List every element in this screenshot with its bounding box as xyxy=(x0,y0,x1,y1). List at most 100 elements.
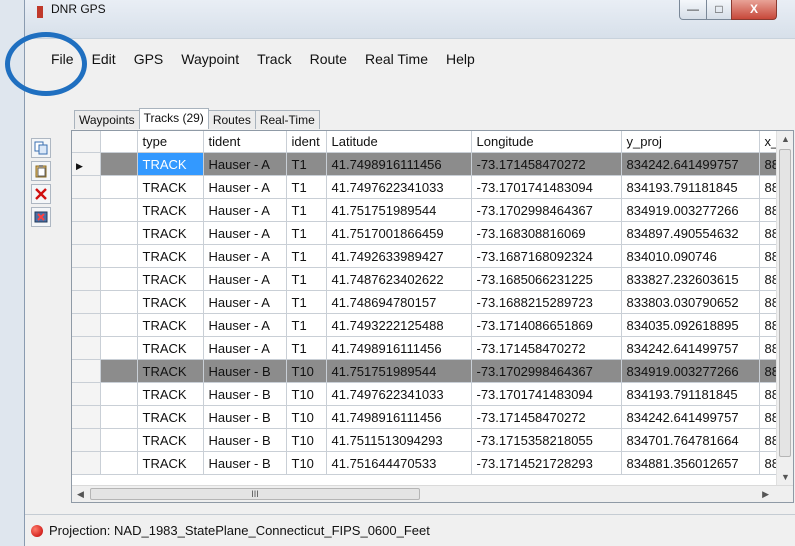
cell-type[interactable]: TRACK xyxy=(137,336,204,360)
cell-latitude[interactable]: 41.7498916111456 xyxy=(326,152,472,176)
menu-edit[interactable]: Edit xyxy=(83,51,125,67)
cell-ident[interactable]: T10 xyxy=(286,405,327,429)
tab-routes[interactable]: Routes xyxy=(207,110,256,129)
vertical-scrollbar[interactable]: ▲ ▼ xyxy=(776,131,793,485)
table-row[interactable]: TRACK Hauser - A T1 41.7497622341033 -73.170… xyxy=(72,175,793,199)
cell-y-proj[interactable]: 834242.641499757 xyxy=(621,336,760,360)
cell-longitude[interactable]: -73.1702998464367 xyxy=(471,359,622,383)
cell-tident[interactable]: Hauser - B xyxy=(203,405,287,429)
vertical-scroll-thumb[interactable] xyxy=(779,149,791,457)
row-header[interactable] xyxy=(72,267,101,291)
cell-tident[interactable]: Hauser - B xyxy=(203,451,287,475)
cell-tident[interactable]: Hauser - B xyxy=(203,359,287,383)
cell-latitude[interactable]: 41.7493222125488 xyxy=(326,313,472,337)
row-header[interactable] xyxy=(72,336,101,360)
cell-latitude[interactable]: 41.7497622341033 xyxy=(326,175,472,199)
cell-longitude[interactable]: -73.1702998464367 xyxy=(471,198,622,222)
cell-ident[interactable]: T1 xyxy=(286,221,327,245)
maximize-button[interactable]: □ xyxy=(706,0,732,20)
horizontal-scrollbar[interactable]: ◀ III ▶ xyxy=(72,485,793,502)
cell-ident[interactable]: T10 xyxy=(286,359,327,383)
cell-y-proj[interactable]: 833827.232603615 xyxy=(621,267,760,291)
column-header-ident[interactable]: ident xyxy=(286,131,327,153)
table-row[interactable]: TRACK Hauser - A T1 41.751751989544 -73.1702… xyxy=(72,198,793,222)
cell-y-proj[interactable]: 834881.356012657 xyxy=(621,451,760,475)
cell-latitude[interactable]: 41.7517001866459 xyxy=(326,221,472,245)
column-header-type[interactable]: type xyxy=(137,131,204,153)
cell-ident[interactable]: T1 xyxy=(286,290,327,314)
cell-longitude[interactable]: -73.1688215289723 xyxy=(471,290,622,314)
cell-ident[interactable]: T1 xyxy=(286,152,327,176)
cell-latitude[interactable]: 41.7511513094293 xyxy=(326,428,472,452)
cell-longitude[interactable]: -73.1715358218055 xyxy=(471,428,622,452)
cell-type[interactable]: TRACK xyxy=(137,175,204,199)
row-header[interactable] xyxy=(72,359,101,383)
cell-type[interactable]: TRACK xyxy=(137,428,204,452)
menu-file[interactable]: File xyxy=(25,51,83,67)
minimize-button[interactable]: — xyxy=(679,0,707,20)
row-header[interactable] xyxy=(72,405,101,429)
scroll-left-arrow[interactable]: ◀ xyxy=(77,489,84,500)
cell-y-proj[interactable]: 834919.003277266 xyxy=(621,198,760,222)
table-row[interactable]: TRACK Hauser - A T1 41.7492633989427 -73.168… xyxy=(72,244,793,268)
column-header-latitude[interactable]: Latitude xyxy=(326,131,472,153)
cell-tident[interactable]: Hauser - A xyxy=(203,290,287,314)
cell-longitude[interactable]: -73.1701741483094 xyxy=(471,175,622,199)
horizontal-scroll-thumb[interactable]: III xyxy=(90,488,420,500)
remove-button[interactable] xyxy=(31,207,51,227)
cell-latitude[interactable]: 41.7498916111456 xyxy=(326,336,472,360)
cell-latitude[interactable]: 41.748694780157 xyxy=(326,290,472,314)
tab-real-time[interactable]: Real-Time xyxy=(254,110,320,129)
row-header[interactable] xyxy=(72,290,101,314)
close-button[interactable]: X xyxy=(731,0,777,20)
table-row[interactable]: TRACK Hauser - B T10 41.7511513094293 -73.17… xyxy=(72,428,793,452)
cell-type[interactable]: TRACK xyxy=(137,451,204,475)
row-header[interactable]: ▶ xyxy=(72,152,101,176)
cell-type[interactable]: TRACK xyxy=(137,405,204,429)
row-header[interactable] xyxy=(72,221,101,245)
scroll-down-arrow[interactable]: ▼ xyxy=(781,472,790,482)
cell-y-proj[interactable]: 834919.003277266 xyxy=(621,359,760,383)
cell-tident[interactable]: Hauser - A xyxy=(203,336,287,360)
cell-latitude[interactable]: 41.7487623402622 xyxy=(326,267,472,291)
title-bar[interactable]: DNR GPS — □ X xyxy=(25,0,795,39)
cell-ident[interactable]: T1 xyxy=(286,313,327,337)
row-header[interactable] xyxy=(72,428,101,452)
cell-y-proj[interactable]: 834242.641499757 xyxy=(621,152,760,176)
cell-latitude[interactable]: 41.7492633989427 xyxy=(326,244,472,268)
cell-ident[interactable]: T10 xyxy=(286,428,327,452)
table-row[interactable]: ▶ TRACK Hauser - A T1 41.7498916111456 -73.17… xyxy=(72,152,793,176)
cell-longitude[interactable]: -73.1714086651869 xyxy=(471,313,622,337)
table-row[interactable]: TRACK Hauser - B T10 41.7498916111456 -73.17… xyxy=(72,405,793,429)
table-row[interactable]: TRACK Hauser - A T1 41.748694780157 -73.1688… xyxy=(72,290,793,314)
menu-real-time[interactable]: Real Time xyxy=(356,51,437,67)
cell-longitude[interactable]: -73.1685066231225 xyxy=(471,267,622,291)
column-header-longitude[interactable]: Longitude xyxy=(471,131,622,153)
cell-longitude[interactable]: -73.171458470272 xyxy=(471,336,622,360)
menu-track[interactable]: Track xyxy=(248,51,300,67)
cell-longitude[interactable]: -73.1687168092324 xyxy=(471,244,622,268)
cell-y-proj[interactable]: 834701.764781664 xyxy=(621,428,760,452)
cell-longitude[interactable]: -73.171458470272 xyxy=(471,405,622,429)
cell-type[interactable]: TRACK xyxy=(137,244,204,268)
cell-type[interactable]: TRACK xyxy=(137,221,204,245)
cell-y-proj[interactable]: 834897.490554632 xyxy=(621,221,760,245)
cell-tident[interactable]: Hauser - B xyxy=(203,428,287,452)
table-row[interactable]: TRACK Hauser - B T10 41.751751989544 -73.170… xyxy=(72,359,793,383)
paste-button[interactable] xyxy=(31,161,51,181)
table-row[interactable]: TRACK Hauser - A T1 41.7493222125488 -73.171… xyxy=(72,313,793,337)
cell-ident[interactable]: T1 xyxy=(286,336,327,360)
cell-y-proj[interactable]: 834242.641499757 xyxy=(621,405,760,429)
cell-type[interactable]: TRACK xyxy=(137,359,204,383)
cell-y-proj[interactable]: 834010.090746 xyxy=(621,244,760,268)
cell-ident[interactable]: T10 xyxy=(286,382,327,406)
cell-tident[interactable]: Hauser - A xyxy=(203,244,287,268)
row-header[interactable] xyxy=(72,382,101,406)
menu-route[interactable]: Route xyxy=(301,51,356,67)
menu-gps[interactable]: GPS xyxy=(125,51,173,67)
table-row[interactable]: TRACK Hauser - A T1 41.7487623402622 -73.168… xyxy=(72,267,793,291)
table-row[interactable]: TRACK Hauser - B T10 41.751644470533 -73.171… xyxy=(72,451,793,475)
tracks-grid[interactable]: type tident ident Latitude Longitude y_p… xyxy=(71,130,794,503)
menu-waypoint[interactable]: Waypoint xyxy=(172,51,248,67)
table-row[interactable]: TRACK Hauser - A T1 41.7517001866459 -73.168… xyxy=(72,221,793,245)
